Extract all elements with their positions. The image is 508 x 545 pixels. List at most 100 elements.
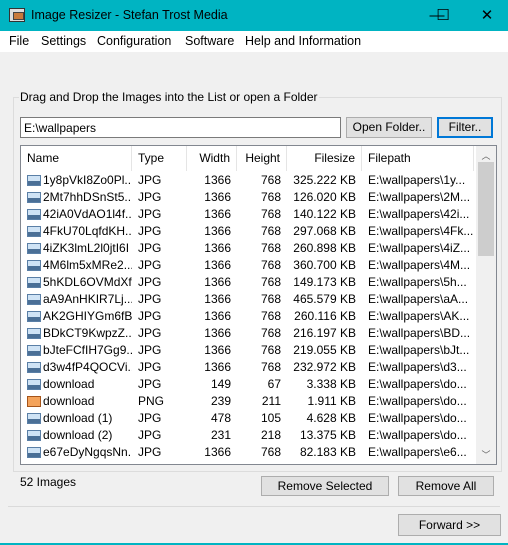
title-bar: Image Resizer - Stefan Trost Media — ☐ ✕ (0, 0, 508, 31)
table-row[interactable]: 1y8pVkI8Zo0Pl... JPG 1366 768 325.222 KB E:\w… (21, 172, 476, 189)
cell-name: 2Mt7hhDSnSt5... (43, 190, 132, 204)
table-row[interactable]: 4FkU70LqfdKH... JPG 1366 768 297.068 KB E:\wa… (21, 223, 476, 240)
cell-height: 67 (267, 377, 281, 391)
cell-height: 768 (260, 292, 281, 306)
cell-filepath: E:\wallpapers\4iZ... (368, 241, 471, 255)
table-row[interactable]: 2Mt7hhDSnSt5... JPG 1366 768 126.020 KB E:\wa… (21, 189, 476, 206)
table-row[interactable]: bJteFCfIH7Gg9... JPG 1366 768 219.055 KB E:\w… (21, 342, 476, 359)
cell-name: BDkCT9KwpzZ... (43, 326, 132, 340)
cell-filepath: E:\wallpapers\do... (368, 428, 467, 442)
column-header-height[interactable]: Height (237, 146, 287, 171)
cell-filesize: 4.628 KB (306, 411, 356, 425)
cell-filepath: E:\wallpapers\do... (368, 411, 467, 425)
cell-height: 768 (260, 275, 281, 289)
image-list[interactable]: Name Type Width Height Filesize Filepath 1y8p… (20, 145, 497, 465)
cell-name: download (2) (43, 428, 113, 442)
cell-filepath: E:\wallpapers\do... (368, 394, 467, 408)
image-file-icon (27, 277, 41, 288)
scrollbar-thumb[interactable] (478, 162, 494, 256)
table-row[interactable]: e67eDyNgqsNn... JPG 1366 768 82.183 KB E:\wal… (21, 444, 476, 461)
cell-filepath: E:\wallpapers\bJt... (368, 343, 470, 357)
cell-width: 239 (210, 394, 231, 408)
cell-filepath: E:\wallpapers\1y... (368, 173, 466, 187)
image-file-icon (27, 396, 41, 407)
table-row[interactable]: BDkCT9KwpzZ... JPG 1366 768 216.197 KB E:\wal… (21, 325, 476, 342)
cell-name: bJteFCfIH7Gg9... (43, 343, 132, 357)
cell-type: JPG (138, 241, 162, 255)
menu-software[interactable]: Software (185, 34, 234, 48)
table-row[interactable]: 4iZK3lmL2l0jtI6I JPG 1366 768 260.898 KB E:\w… (21, 240, 476, 257)
cell-type: JPG (138, 360, 162, 374)
cell-name: 1y8pVkI8Zo0Pl... (43, 173, 132, 187)
cell-width: 1366 (204, 207, 231, 221)
image-file-icon (27, 345, 41, 356)
column-header-filesize[interactable]: Filesize (287, 146, 362, 171)
remove-all-button[interactable]: Remove All (398, 476, 494, 496)
list-header: Name Type Width Height Filesize Filepath (21, 146, 476, 171)
image-file-icon (27, 413, 41, 424)
cell-type: JPG (138, 428, 162, 442)
folder-path-input[interactable] (20, 117, 341, 138)
close-button[interactable]: ✕ (464, 5, 508, 27)
column-header-width[interactable]: Width (187, 146, 237, 171)
maximize-button[interactable]: ☐ (420, 5, 466, 27)
table-row[interactable]: download (2) JPG 231 218 13.375 KB E:\wallpap… (21, 427, 476, 444)
menu-settings[interactable]: Settings (41, 34, 86, 48)
cell-height: 768 (260, 326, 281, 340)
cell-width: 1366 (204, 360, 231, 374)
table-row[interactable]: download JPG 149 67 3.338 KB E:\wallpapers\do… (21, 376, 476, 393)
cell-width: 478 (210, 411, 231, 425)
cell-type: JPG (138, 292, 162, 306)
image-file-icon (27, 379, 41, 390)
menu-configuration[interactable]: Configuration (97, 34, 171, 48)
table-row[interactable]: 42iA0VdAO1l4f... JPG 1366 768 140.122 KB E:\w… (21, 206, 476, 223)
app-icon (9, 8, 25, 22)
vertical-scrollbar[interactable]: ︿ ﹀ (476, 146, 496, 464)
table-row[interactable]: AK2GHIYGm6fB... JPG 1366 768 260.116 KB E:\wa… (21, 308, 476, 325)
cell-name: aA9AnHKIR7Lj... (43, 292, 132, 306)
cell-filesize: 219.055 KB (293, 343, 356, 357)
cell-width: 1366 (204, 258, 231, 272)
cell-filepath: E:\wallpapers\e6... (368, 445, 467, 459)
cell-filesize: 325.222 KB (293, 173, 356, 187)
cell-name: d3w4fP4QOCVi... (43, 360, 132, 374)
cell-filesize: 3.338 KB (306, 377, 356, 391)
table-row[interactable]: 4M6lm5xMRe2... JPG 1366 768 360.700 KB E:\wal… (21, 257, 476, 274)
cell-height: 768 (260, 309, 281, 323)
cell-filesize: 232.972 KB (293, 360, 356, 374)
column-header-name[interactable]: Name (21, 146, 132, 171)
cell-type: JPG (138, 258, 162, 272)
image-file-icon (27, 328, 41, 339)
cell-filepath: E:\wallpapers\42i... (368, 207, 470, 221)
cell-filesize: 260.116 KB (294, 309, 356, 323)
cell-height: 768 (260, 224, 281, 238)
image-file-icon (27, 260, 41, 271)
table-row[interactable]: aA9AnHKIR7Lj... JPG 1366 768 465.579 KB E:\wa… (21, 291, 476, 308)
menu-help[interactable]: Help and Information (245, 34, 361, 48)
remove-selected-button[interactable]: Remove Selected (261, 476, 389, 496)
table-row[interactable]: d3w4fP4QOCVi... JPG 1366 768 232.972 KB E:\wa… (21, 359, 476, 376)
table-row[interactable]: eX7CT4UjdeelE...JPG1366768483.263 KBE:\w… (21, 461, 476, 464)
table-row[interactable]: download PNG 239 211 1.911 KB E:\wallpapers\d… (21, 393, 476, 410)
cell-width: 1366 (204, 190, 231, 204)
column-header-type[interactable]: Type (132, 146, 187, 171)
image-file-icon (27, 311, 41, 322)
open-folder-button[interactable]: Open Folder.. (346, 117, 432, 138)
table-row[interactable]: 5hKDL6OVMdXf... JPG 1366 768 149.173 KB E:\wa… (21, 274, 476, 291)
table-row[interactable]: download (1) JPG 478 105 4.628 KB E:\wallpape… (21, 410, 476, 427)
menu-file[interactable]: File (9, 34, 29, 48)
cell-name: eX7CT4UjdeelE... (41, 461, 132, 464)
cell-type: JPG (138, 190, 162, 204)
cell-height: 768 (260, 360, 281, 374)
cell-filepath: E:\wallpapers\5h... (368, 275, 467, 289)
cell-type: JPG (138, 275, 162, 289)
filter-button[interactable]: Filter.. (437, 117, 493, 138)
image-file-icon (27, 243, 41, 254)
scroll-down-icon[interactable]: ﹀ (476, 448, 496, 461)
cell-width: 1366 (204, 343, 231, 357)
scroll-up-icon[interactable]: ︿ (476, 149, 496, 162)
column-header-filepath[interactable]: Filepath (362, 146, 474, 171)
cell-filesize: 260.898 KB (293, 241, 356, 255)
cell-type: JPG (138, 173, 162, 187)
forward-button[interactable]: Forward >> (398, 514, 501, 536)
